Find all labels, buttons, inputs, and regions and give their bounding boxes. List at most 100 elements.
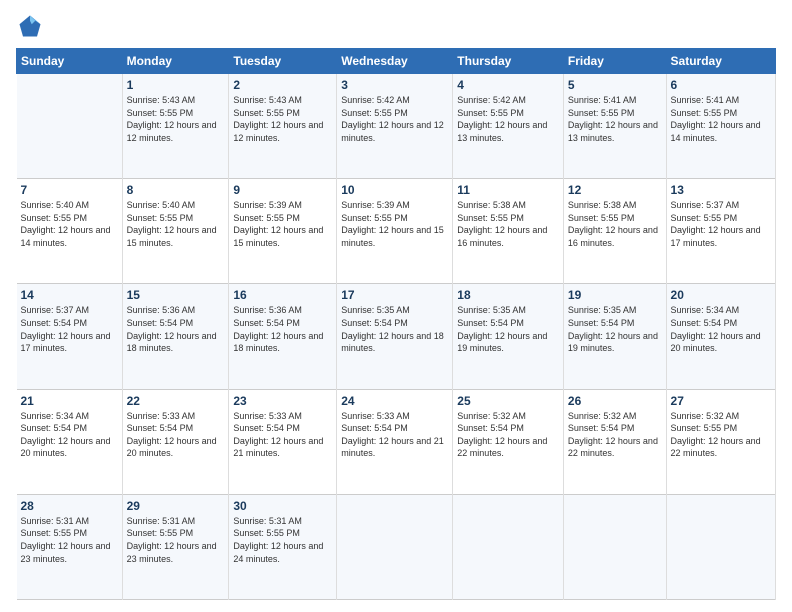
calendar-week-5: 28 Sunrise: 5:31 AMSunset: 5:55 PMDayligh… xyxy=(17,494,776,599)
day-number: 1 xyxy=(127,78,225,92)
day-info: Sunrise: 5:35 AMSunset: 5:54 PMDaylight:… xyxy=(457,304,559,354)
day-info: Sunrise: 5:31 AMSunset: 5:55 PMDaylight:… xyxy=(233,515,332,565)
day-number: 26 xyxy=(568,394,662,408)
calendar-cell: 14 Sunrise: 5:37 AMSunset: 5:54 PMDayligh… xyxy=(17,284,123,389)
calendar-cell xyxy=(17,74,123,179)
day-info: Sunrise: 5:36 AMSunset: 5:54 PMDaylight:… xyxy=(127,304,225,354)
day-number: 19 xyxy=(568,288,662,302)
calendar-cell: 2 Sunrise: 5:43 AMSunset: 5:55 PMDaylight… xyxy=(229,74,337,179)
day-number: 3 xyxy=(341,78,448,92)
header-day-saturday: Saturday xyxy=(666,49,775,74)
calendar-cell: 27 Sunrise: 5:32 AMSunset: 5:55 PMDayligh… xyxy=(666,389,775,494)
calendar-cell: 22 Sunrise: 5:33 AMSunset: 5:54 PMDayligh… xyxy=(122,389,229,494)
calendar-cell: 17Sunrise: 5:35 AMSunset: 5:54 PMDayligh… xyxy=(337,284,453,389)
day-number: 16 xyxy=(233,288,332,302)
day-info: Sunrise: 5:33 AMSunset: 5:54 PMDaylight:… xyxy=(233,410,332,460)
calendar-cell: 30Sunrise: 5:31 AMSunset: 5:55 PMDayligh… xyxy=(229,494,337,599)
calendar-week-1: 1 Sunrise: 5:43 AMSunset: 5:55 PMDaylight… xyxy=(17,74,776,179)
day-number: 27 xyxy=(671,394,771,408)
calendar-cell xyxy=(666,494,775,599)
calendar-cell: 7 Sunrise: 5:40 AMSunset: 5:55 PMDaylight… xyxy=(17,179,123,284)
calendar-cell: 16 Sunrise: 5:36 AMSunset: 5:54 PMDayligh… xyxy=(229,284,337,389)
day-number: 13 xyxy=(671,183,771,197)
day-number: 14 xyxy=(21,288,118,302)
day-info: Sunrise: 5:39 AMSunset: 5:55 PMDaylight:… xyxy=(233,199,332,249)
calendar-cell: 8 Sunrise: 5:40 AMSunset: 5:55 PMDaylight… xyxy=(122,179,229,284)
header-day-friday: Friday xyxy=(563,49,666,74)
day-number: 8 xyxy=(127,183,225,197)
day-info: Sunrise: 5:42 AMSunset: 5:55 PMDaylight:… xyxy=(457,94,559,144)
day-info: Sunrise: 5:34 AMSunset: 5:54 PMDaylight:… xyxy=(21,410,118,460)
calendar-cell: 28 Sunrise: 5:31 AMSunset: 5:55 PMDayligh… xyxy=(17,494,123,599)
day-info: Sunrise: 5:43 AMSunset: 5:55 PMDaylight:… xyxy=(127,94,225,144)
day-number: 5 xyxy=(568,78,662,92)
day-number: 25 xyxy=(457,394,559,408)
day-number: 23 xyxy=(233,394,332,408)
day-number: 22 xyxy=(127,394,225,408)
calendar-cell: 1 Sunrise: 5:43 AMSunset: 5:55 PMDaylight… xyxy=(122,74,229,179)
header-day-sunday: Sunday xyxy=(17,49,123,74)
day-info: Sunrise: 5:35 AMSunset: 5:54 PMDaylight:… xyxy=(341,304,448,354)
day-info: Sunrise: 5:37 AMSunset: 5:54 PMDaylight:… xyxy=(21,304,118,354)
day-info: Sunrise: 5:33 AMSunset: 5:54 PMDaylight:… xyxy=(127,410,225,460)
day-number: 9 xyxy=(233,183,332,197)
calendar-cell: 13 Sunrise: 5:37 AMSunset: 5:55 PMDayligh… xyxy=(666,179,775,284)
day-number: 21 xyxy=(21,394,118,408)
calendar-cell xyxy=(453,494,564,599)
day-info: Sunrise: 5:41 AMSunset: 5:55 PMDaylight:… xyxy=(671,94,771,144)
day-number: 4 xyxy=(457,78,559,92)
calendar-cell: 15 Sunrise: 5:36 AMSunset: 5:54 PMDayligh… xyxy=(122,284,229,389)
header-day-thursday: Thursday xyxy=(453,49,564,74)
calendar-cell: 5 Sunrise: 5:41 AMSunset: 5:55 PMDaylight… xyxy=(563,74,666,179)
header-day-monday: Monday xyxy=(122,49,229,74)
day-info: Sunrise: 5:41 AMSunset: 5:55 PMDaylight:… xyxy=(568,94,662,144)
calendar-cell: 29 Sunrise: 5:31 AMSunset: 5:55 PMDayligh… xyxy=(122,494,229,599)
day-number: 7 xyxy=(21,183,118,197)
calendar-cell: 24 Sunrise: 5:33 AMSunset: 5:54 PMDayligh… xyxy=(337,389,453,494)
page: SundayMondayTuesdayWednesdayThursdayFrid… xyxy=(0,0,792,612)
calendar-cell: 11Sunrise: 5:38 AMSunset: 5:55 PMDayligh… xyxy=(453,179,564,284)
calendar-cell: 20Sunrise: 5:34 AMSunset: 5:54 PMDayligh… xyxy=(666,284,775,389)
day-info: Sunrise: 5:38 AMSunset: 5:55 PMDaylight:… xyxy=(568,199,662,249)
day-number: 24 xyxy=(341,394,448,408)
day-number: 2 xyxy=(233,78,332,92)
day-info: Sunrise: 5:32 AMSunset: 5:55 PMDaylight:… xyxy=(671,410,771,460)
day-info: Sunrise: 5:43 AMSunset: 5:55 PMDaylight:… xyxy=(233,94,332,144)
calendar-week-2: 7 Sunrise: 5:40 AMSunset: 5:55 PMDaylight… xyxy=(17,179,776,284)
header-day-wednesday: Wednesday xyxy=(337,49,453,74)
day-number: 29 xyxy=(127,499,225,513)
calendar-week-4: 21 Sunrise: 5:34 AMSunset: 5:54 PMDayligh… xyxy=(17,389,776,494)
calendar-cell: 4 Sunrise: 5:42 AMSunset: 5:55 PMDaylight… xyxy=(453,74,564,179)
calendar-header-row: SundayMondayTuesdayWednesdayThursdayFrid… xyxy=(17,49,776,74)
calendar-cell: 26 Sunrise: 5:32 AMSunset: 5:54 PMDayligh… xyxy=(563,389,666,494)
calendar-cell: 3 Sunrise: 5:42 AMSunset: 5:55 PMDaylight… xyxy=(337,74,453,179)
day-info: Sunrise: 5:33 AMSunset: 5:54 PMDaylight:… xyxy=(341,410,448,460)
calendar-cell: 18 Sunrise: 5:35 AMSunset: 5:54 PMDayligh… xyxy=(453,284,564,389)
day-info: Sunrise: 5:32 AMSunset: 5:54 PMDaylight:… xyxy=(457,410,559,460)
header xyxy=(16,12,776,40)
day-number: 6 xyxy=(671,78,771,92)
day-info: Sunrise: 5:42 AMSunset: 5:55 PMDaylight:… xyxy=(341,94,448,144)
calendar-cell xyxy=(563,494,666,599)
calendar-table: SundayMondayTuesdayWednesdayThursdayFrid… xyxy=(16,48,776,600)
day-info: Sunrise: 5:31 AMSunset: 5:55 PMDaylight:… xyxy=(127,515,225,565)
logo xyxy=(16,12,48,40)
day-number: 15 xyxy=(127,288,225,302)
day-info: Sunrise: 5:36 AMSunset: 5:54 PMDaylight:… xyxy=(233,304,332,354)
day-info: Sunrise: 5:35 AMSunset: 5:54 PMDaylight:… xyxy=(568,304,662,354)
day-number: 20 xyxy=(671,288,771,302)
day-info: Sunrise: 5:40 AMSunset: 5:55 PMDaylight:… xyxy=(127,199,225,249)
day-info: Sunrise: 5:37 AMSunset: 5:55 PMDaylight:… xyxy=(671,199,771,249)
calendar-cell: 6 Sunrise: 5:41 AMSunset: 5:55 PMDaylight… xyxy=(666,74,775,179)
logo-icon xyxy=(16,12,44,40)
calendar-cell: 19 Sunrise: 5:35 AMSunset: 5:54 PMDayligh… xyxy=(563,284,666,389)
day-info: Sunrise: 5:40 AMSunset: 5:55 PMDaylight:… xyxy=(21,199,118,249)
day-info: Sunrise: 5:32 AMSunset: 5:54 PMDaylight:… xyxy=(568,410,662,460)
day-number: 18 xyxy=(457,288,559,302)
calendar-cell: 12Sunrise: 5:38 AMSunset: 5:55 PMDayligh… xyxy=(563,179,666,284)
day-info: Sunrise: 5:31 AMSunset: 5:55 PMDaylight:… xyxy=(21,515,118,565)
day-number: 28 xyxy=(21,499,118,513)
calendar-cell: 9 Sunrise: 5:39 AMSunset: 5:55 PMDaylight… xyxy=(229,179,337,284)
calendar-cell: 21 Sunrise: 5:34 AMSunset: 5:54 PMDayligh… xyxy=(17,389,123,494)
day-info: Sunrise: 5:39 AMSunset: 5:55 PMDaylight:… xyxy=(341,199,448,249)
